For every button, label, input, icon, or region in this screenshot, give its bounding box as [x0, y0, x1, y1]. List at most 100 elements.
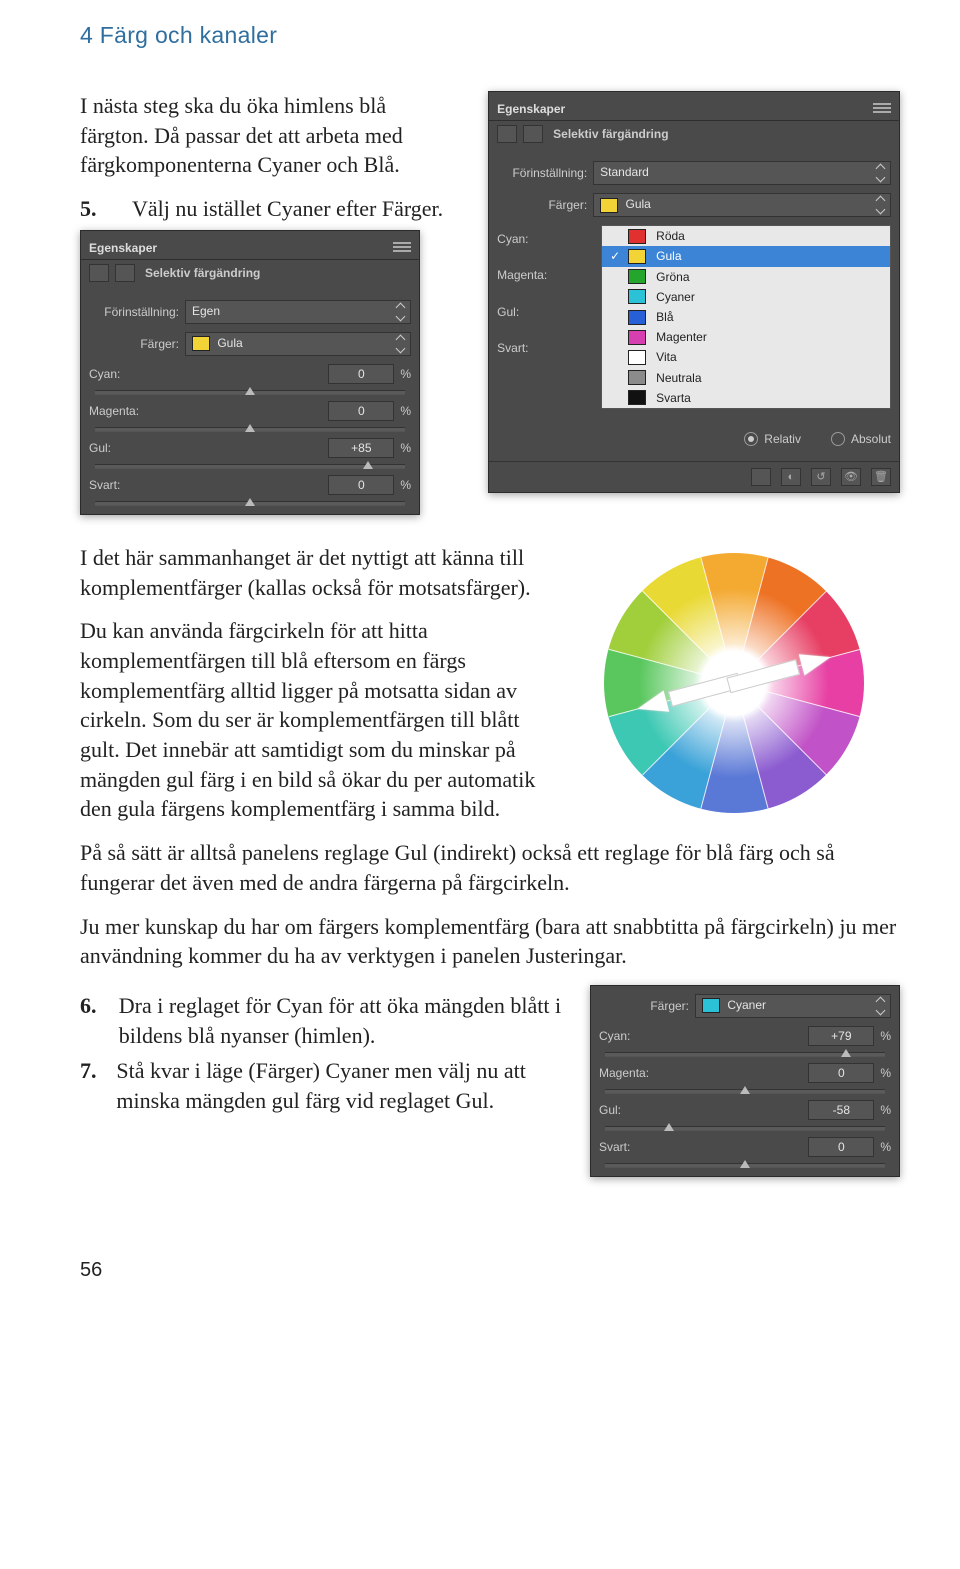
trash-icon[interactable]: 🗑: [871, 468, 891, 486]
colors-dropdown[interactable]: Röda ✓ Gula Gröna Cyaner Blå Magenter Vi…: [601, 225, 891, 409]
step-text: Dra i reglaget för Cyan för att öka mäng…: [119, 991, 565, 1050]
slider-label: Gul:: [497, 304, 593, 320]
slider-label: Svart:: [599, 1139, 630, 1155]
slider-row: Cyan: %: [591, 1022, 899, 1059]
slider-track[interactable]: [605, 1089, 885, 1094]
step-7: 7. Stå kvar i läge (Färger) Cyaner men v…: [80, 1056, 565, 1115]
clip-icon[interactable]: [751, 468, 771, 486]
slider-row: Svart: %: [591, 1133, 899, 1170]
slider-label: Svart:: [89, 477, 120, 493]
preset-select[interactable]: Standard: [593, 161, 891, 185]
slider-track[interactable]: [605, 1163, 885, 1168]
slider-label: Cyan:: [497, 231, 593, 247]
body-paragraph: Ju mer kunskap du har om färgers komplem…: [80, 912, 900, 971]
dropdown-option[interactable]: ✓ Gula: [602, 246, 890, 266]
slider-track[interactable]: [95, 464, 405, 469]
colors-label: Färger:: [599, 998, 689, 1014]
slider-label: Svart:: [497, 340, 593, 356]
colors-select[interactable]: Gula: [185, 332, 411, 356]
panel-menu-icon[interactable]: [393, 242, 411, 252]
slider-row: Magenta: %: [81, 397, 419, 434]
body-paragraph: På så sätt är alltså panelens reglage Gu…: [80, 838, 900, 897]
mask-icon[interactable]: [115, 264, 135, 282]
properties-panel-a: Egenskaper Selektiv färgändring Förinstä…: [80, 230, 420, 515]
slider-value-input[interactable]: [808, 1026, 874, 1046]
percent-label: %: [400, 478, 411, 492]
color-swatch: [192, 336, 210, 351]
slider-track[interactable]: [605, 1126, 885, 1131]
colors-label: Färger:: [497, 197, 587, 213]
intro-paragraph: I nästa steg ska du öka himlens blå färg…: [80, 91, 460, 180]
preset-select[interactable]: Egen: [185, 300, 411, 324]
properties-panel-c: Färger: Cyaner Cyan: % Magenta: % Gul: %…: [590, 985, 900, 1177]
dropdown-option[interactable]: Svarta: [602, 388, 890, 408]
slider-value-input[interactable]: [808, 1137, 874, 1157]
adjustment-name: Selektiv färgändring: [145, 265, 260, 281]
dropdown-option[interactable]: Neutrala: [602, 368, 890, 388]
percent-label: %: [400, 367, 411, 381]
dropdown-option[interactable]: Magenter: [602, 327, 890, 347]
slider-track[interactable]: [605, 1052, 885, 1057]
properties-panel-b: Egenskaper Selektiv färgändring Förinstä…: [488, 91, 900, 493]
visibility-icon[interactable]: 👁: [841, 468, 861, 486]
percent-label: %: [400, 404, 411, 418]
percent-label: %: [880, 1066, 891, 1080]
color-wheel: [604, 553, 864, 813]
preset-label: Förinställning:: [497, 165, 587, 181]
dropdown-option[interactable]: Gröna: [602, 267, 890, 287]
relative-radio[interactable]: Relativ: [744, 431, 801, 447]
slider-label: Gul:: [599, 1102, 621, 1118]
slider-label: Cyan:: [599, 1028, 630, 1044]
panel-footer-icons: ◐ ↺ 👁 🗑: [489, 461, 899, 486]
reset-icon[interactable]: ↺: [811, 468, 831, 486]
slider-row: Gul: %: [591, 1096, 899, 1133]
absolute-radio[interactable]: Absolut: [831, 431, 891, 447]
panel-title: Egenskaper: [497, 101, 565, 117]
step-number: 7.: [80, 1056, 100, 1115]
view-previous-icon[interactable]: ◐: [781, 468, 801, 486]
slider-value-input[interactable]: [328, 475, 394, 495]
page-number: 56: [80, 1257, 900, 1284]
slider-row: Magenta: %: [591, 1059, 899, 1096]
color-swatch: [600, 198, 618, 213]
slider-label: Cyan:: [89, 366, 120, 382]
step-text: Stå kvar i läge (Färger) Cyaner men välj…: [116, 1056, 565, 1115]
adjustment-type-icon[interactable]: [89, 264, 109, 282]
slider-value-input[interactable]: [328, 364, 394, 384]
step-number: 6.: [80, 991, 103, 1050]
step-number: 5.: [80, 194, 116, 224]
dropdown-option[interactable]: Blå: [602, 307, 890, 327]
percent-label: %: [400, 441, 411, 455]
preset-label: Förinställning:: [89, 304, 179, 320]
adjustment-type-icon[interactable]: [497, 125, 517, 143]
slider-value-input[interactable]: [808, 1100, 874, 1120]
slider-row: Svart: %: [81, 471, 419, 508]
colors-select[interactable]: Cyaner: [695, 994, 891, 1018]
slider-track[interactable]: [95, 501, 405, 506]
dropdown-option[interactable]: Röda: [602, 226, 890, 246]
slider-label: Gul:: [89, 440, 111, 456]
slider-value-input[interactable]: [328, 438, 394, 458]
step-text: Välj nu istället Cyaner efter Färger.: [132, 194, 443, 224]
mask-icon[interactable]: [523, 125, 543, 143]
slider-row: Cyan: %: [81, 360, 419, 397]
percent-label: %: [880, 1140, 891, 1154]
dropdown-option[interactable]: Vita: [602, 347, 890, 367]
slider-label: Magenta:: [89, 403, 139, 419]
step-6: 6. Dra i reglaget för Cyan för att öka m…: [80, 991, 565, 1050]
slider-value-input[interactable]: [808, 1063, 874, 1083]
slider-row: Gul: %: [81, 434, 419, 471]
step-5: 5. Välj nu istället Cyaner efter Färger.: [80, 194, 460, 224]
slider-track[interactable]: [95, 390, 405, 395]
colors-select[interactable]: Gula: [593, 193, 891, 217]
slider-label: Magenta:: [599, 1065, 649, 1081]
body-paragraph: Du kan använda färgcirkeln för att hitta…: [80, 616, 539, 824]
body-paragraph: I det här sammanhanget är det nyttigt at…: [80, 543, 539, 602]
slider-value-input[interactable]: [328, 401, 394, 421]
dropdown-option[interactable]: Cyaner: [602, 287, 890, 307]
percent-label: %: [880, 1029, 891, 1043]
color-swatch: [702, 998, 720, 1013]
panel-menu-icon[interactable]: [873, 103, 891, 113]
panel-title: Egenskaper: [89, 240, 157, 256]
slider-track[interactable]: [95, 427, 405, 432]
